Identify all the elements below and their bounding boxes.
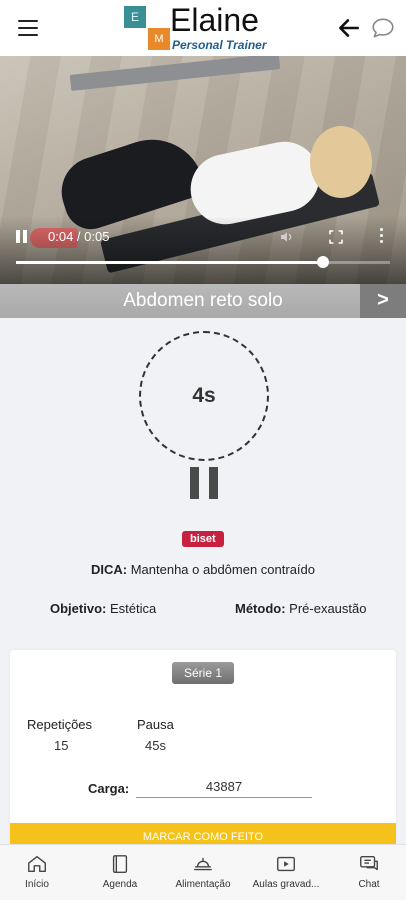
pause-label: Pausa [137, 717, 174, 732]
video-progress-handle[interactable] [316, 256, 329, 268]
video-controls-shade [0, 216, 406, 284]
video-progress-fill [16, 261, 323, 264]
back-arrow-icon[interactable] [336, 15, 362, 41]
app-header: E M Elaine Personal Trainer [0, 0, 406, 56]
volume-icon[interactable] [278, 229, 296, 245]
nav-label-alimentacao: Alimentação [175, 879, 231, 890]
brand-logo: E M Elaine Personal Trainer [124, 2, 294, 52]
tip-label: DICA: [90, 562, 128, 577]
exercise-objective: Objetivo: Estética [50, 601, 156, 616]
fullscreen-icon[interactable] [328, 229, 344, 245]
reps-value: 15 [54, 738, 69, 753]
series-card: Série 1 Repetições 15 Pausa 45s Carga: M… [10, 650, 396, 844]
pause-value: 45s [145, 738, 166, 753]
mark-done-button[interactable]: MARCAR COMO FEITO [10, 823, 396, 844]
nav-item-aulas[interactable]: Aulas gravad... [245, 845, 327, 900]
exercise-title-bar: Abdomen reto solo > [0, 284, 406, 318]
brand-subtitle: Personal Trainer [172, 38, 267, 52]
video-time: 0:04 / 0:05 [48, 229, 110, 244]
pause-bar-left [190, 467, 199, 499]
menu-icon[interactable] [18, 20, 38, 36]
nav-item-agenda[interactable]: Agenda [79, 845, 161, 900]
logo-square-top: E [124, 6, 146, 28]
nav-label-inicio: Início [25, 879, 49, 890]
load-label: Carga: [88, 781, 130, 796]
video-icon [277, 856, 295, 872]
exercise-title: Abdomen reto solo [123, 290, 283, 311]
timer-pause-button[interactable] [190, 467, 218, 499]
food-icon [194, 857, 212, 871]
objective-label: Objetivo: [50, 601, 107, 616]
nav-label-aulas: Aulas gravad... [252, 879, 320, 890]
brand-name: Elaine [170, 2, 259, 38]
objective-value: Estética [106, 601, 157, 616]
chat-bubble-icon[interactable] [370, 15, 396, 41]
method-value: Pré-exaustão [285, 601, 367, 616]
tip-text: Mantenha o abdômen contraído [127, 562, 316, 577]
series-label: Série 1 [172, 662, 234, 684]
video-progress-track[interactable] [16, 256, 390, 268]
exercise-tip: DICA: Mantenha o abdômen contraído [0, 562, 406, 577]
nav-item-chat[interactable]: Chat [328, 845, 406, 900]
home-icon [28, 855, 46, 873]
nav-item-alimentacao[interactable]: Alimentação [162, 845, 244, 900]
next-exercise-button[interactable]: > [360, 284, 406, 318]
video-frame-head [310, 126, 372, 198]
bottom-navigation: Início Agenda Alimentação Aulas gravad..… [0, 844, 406, 900]
load-input[interactable] [136, 776, 312, 798]
exercise-type-badge: biset [182, 531, 224, 547]
exercise-method: Método: Pré-exaustão [235, 601, 366, 616]
method-label: Método: [235, 601, 286, 616]
chat-icon [360, 855, 378, 871]
nav-item-inicio[interactable]: Início [0, 845, 78, 900]
pause-bar-right [209, 467, 218, 499]
logo-square-bottom: M [148, 28, 170, 50]
rest-timer: 4s [139, 331, 269, 461]
reps-label: Repetições [27, 717, 93, 732]
video-pause-icon[interactable] [16, 230, 30, 244]
more-options-icon[interactable] [378, 228, 384, 246]
exercise-video-player[interactable]: 0:04 / 0:05 [0, 56, 406, 284]
nav-label-agenda: Agenda [102, 879, 138, 890]
nav-label-chat: Chat [358, 879, 380, 890]
agenda-icon [112, 855, 128, 873]
